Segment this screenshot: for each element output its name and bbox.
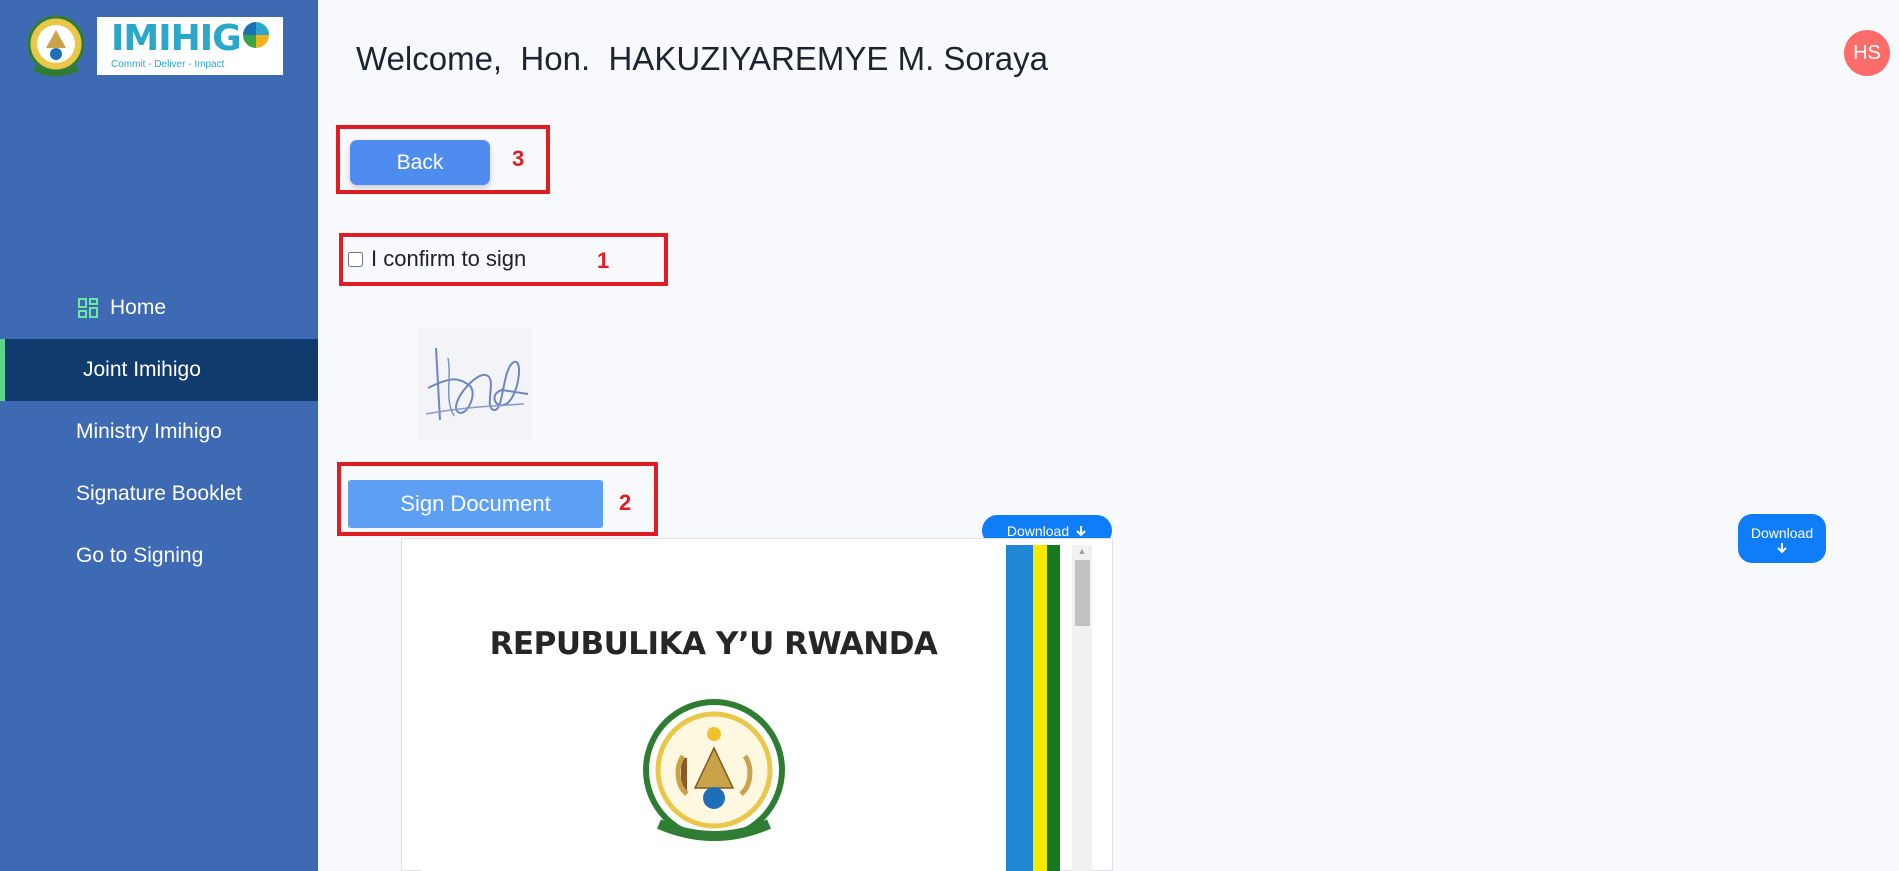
coat-of-arms-icon	[27, 15, 85, 77]
flag-stripe-green	[1047, 545, 1060, 871]
sign-document-button[interactable]: Sign Document	[348, 480, 603, 528]
download-button-secondary[interactable]: Download	[1738, 514, 1826, 563]
annotation-number-confirm: 1	[597, 248, 610, 273]
sidebar-item-label: Go to Signing	[76, 544, 204, 567]
sidebar-item-go-to-signing[interactable]: Go to Signing	[0, 525, 318, 587]
scroll-up-arrow-icon[interactable]: ▲	[1072, 545, 1092, 557]
confirm-sign-control[interactable]: I confirm to sign	[348, 246, 526, 272]
confirm-sign-checkbox[interactable]	[348, 251, 363, 267]
document-title: REPUBULIKA Y’U RWANDA	[489, 626, 938, 662]
rwanda-seal-icon	[643, 699, 785, 841]
globe-icon	[242, 22, 269, 48]
brand-logo: IMIHIG Commit - Deliver - Impact	[97, 17, 283, 75]
annotation-number-sign: 2	[619, 490, 632, 515]
signature-scribble	[425, 347, 529, 421]
dashboard-grid-icon	[78, 298, 98, 318]
document-scroll-thumb[interactable]	[1075, 560, 1090, 626]
back-button[interactable]: Back	[350, 140, 490, 185]
sidebar-item-home[interactable]: Home	[0, 277, 318, 339]
brand-name: IMIHIG	[111, 18, 242, 59]
flag-stripe-blue	[1006, 545, 1033, 871]
sidebar-item-ministry-imihigo[interactable]: Ministry Imihigo	[0, 401, 318, 463]
confirm-sign-label: I confirm to sign	[371, 246, 527, 271]
sidebar-item-joint-imihigo[interactable]: Joint Imihigo	[0, 339, 318, 401]
document-page: REPUBULIKA Y’U RWANDA	[421, 540, 1006, 871]
sidebar-item-label: Home	[110, 296, 167, 319]
arrow-down-icon	[1076, 525, 1086, 536]
flag-stripe-yellow	[1033, 545, 1047, 871]
page-title: Welcome, Hon. HAKUZIYAREMYE M. Soraya	[356, 40, 1048, 77]
sidebar-item-label: Ministry Imihigo	[76, 420, 222, 443]
download-label: Download	[1750, 524, 1814, 541]
avatar[interactable]: HS	[1844, 30, 1890, 76]
download-label: Download	[1006, 522, 1070, 539]
annotation-number-back: 3	[512, 146, 525, 171]
sidebar-item-label: Signature Booklet	[76, 482, 242, 505]
signature-image	[418, 328, 532, 440]
sidebar-nav: Home Joint Imihigo Ministry Imihigo Sign…	[0, 277, 318, 587]
sidebar: IMIHIG Commit - Deliver - Impact Home Jo…	[0, 0, 318, 871]
arrow-down-icon	[1777, 542, 1787, 553]
brand-tagline: Commit - Deliver - Impact	[111, 59, 225, 70]
sidebar-item-signature-booklet[interactable]: Signature Booklet	[0, 463, 318, 525]
sidebar-item-label: Joint Imihigo	[83, 358, 201, 381]
